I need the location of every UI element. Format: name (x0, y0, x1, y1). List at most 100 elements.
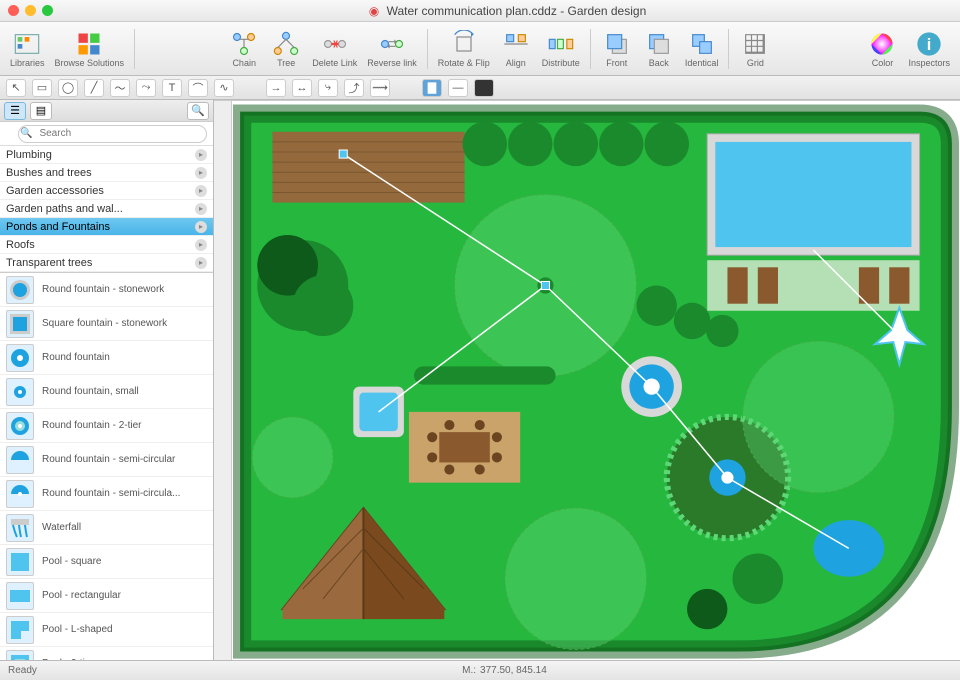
front-button[interactable]: Front (597, 28, 637, 70)
patio-chair (492, 432, 502, 442)
search-input[interactable] (18, 125, 207, 143)
text-tool[interactable]: T (162, 79, 182, 97)
select-tool[interactable]: ↖ (6, 79, 26, 97)
grid-button[interactable]: Grid (735, 28, 775, 70)
stencil-thumb (6, 310, 34, 338)
patio-table (439, 432, 490, 462)
browse-solutions-button[interactable]: Browse Solutions (51, 28, 129, 70)
toolbar-group-order: Front Back Identical (597, 28, 723, 70)
spline-tool[interactable]: ∿ (214, 79, 234, 97)
back-icon (645, 30, 673, 58)
delete-link-label: Delete Link (312, 58, 357, 68)
canvas[interactable] (232, 101, 960, 660)
align-label: Align (506, 58, 526, 68)
stencil-item[interactable]: Pool - 2-tier (0, 647, 213, 660)
stencil-item[interactable]: Square fountain - stonework (0, 307, 213, 341)
bush-row-top (463, 122, 689, 166)
maximize-button[interactable] (42, 5, 53, 16)
libraries-button[interactable]: Libraries (6, 28, 49, 70)
category-label: Garden paths and wal... (6, 203, 123, 215)
align-button[interactable]: Align (496, 28, 536, 70)
disclosure-icon[interactable]: ▸ (195, 239, 207, 251)
distribute-icon (547, 30, 575, 58)
color-button[interactable]: Color (862, 28, 902, 70)
stencil-item[interactable]: Pool - square (0, 545, 213, 579)
garden-plan-drawing (232, 101, 960, 660)
toolbar-separator (590, 29, 591, 69)
libraries-label: Libraries (10, 58, 45, 68)
reverse-link-button[interactable]: Reverse link (363, 28, 421, 70)
rotate-flip-button[interactable]: Rotate & Flip (434, 28, 494, 70)
back-button[interactable]: Back (639, 28, 679, 70)
tree-icon (272, 30, 300, 58)
category-item[interactable]: Plumbing▸ (0, 146, 213, 164)
disclosure-icon[interactable]: ▸ (195, 257, 207, 269)
minimize-button[interactable] (25, 5, 36, 16)
tree-button[interactable]: Tree (266, 28, 306, 70)
transparent-tree (252, 417, 333, 498)
ellipse-tool[interactable]: ◯ (58, 79, 78, 97)
stencil-item[interactable]: Round fountain - semi-circula... (0, 477, 213, 511)
connector-tool[interactable]: ⤳ (136, 79, 156, 97)
stencil-item[interactable]: Waterfall (0, 511, 213, 545)
stencil-thumb (6, 480, 34, 508)
stencil-item[interactable]: Round fountain - semi-circular (0, 443, 213, 477)
curve-tool[interactable]: 〜 (110, 79, 130, 97)
distribute-button[interactable]: Distribute (538, 28, 584, 70)
disclosure-icon[interactable]: ▸ (195, 185, 207, 197)
stencil-item[interactable]: Round fountain (0, 341, 213, 375)
category-item[interactable]: Garden paths and wal... ▸ (0, 200, 213, 218)
inspectors-button[interactable]: i Inspectors (904, 28, 954, 70)
shrub (687, 589, 727, 629)
identical-label: Identical (685, 58, 719, 68)
stencil-item[interactable]: Pool - L-shaped (0, 613, 213, 647)
disclosure-icon[interactable]: ▸ (195, 203, 207, 215)
stencil-thumb (6, 514, 34, 542)
lounger (889, 267, 909, 303)
line-tool[interactable]: ╱ (84, 79, 104, 97)
category-item[interactable]: Transparent trees▸ (0, 254, 213, 272)
patio-chair (475, 420, 485, 430)
sidebar-tab-search[interactable]: 🔍 (187, 102, 209, 120)
shrub (674, 303, 710, 339)
ruler-vertical[interactable] (214, 101, 232, 660)
identical-button[interactable]: Identical (681, 28, 723, 70)
disclosure-icon[interactable]: ▸ (195, 221, 207, 233)
chain-icon (230, 30, 258, 58)
sidebar-tab-libraries[interactable]: ☰ (4, 102, 26, 120)
stencil-label: Round fountain - semi-circular (42, 454, 175, 465)
align-icon (502, 30, 530, 58)
category-item[interactable]: Garden accessories ▸ (0, 182, 213, 200)
fill-color-tool[interactable]: ▇ (422, 79, 442, 97)
close-button[interactable] (8, 5, 19, 16)
disclosure-icon[interactable]: ▸ (195, 149, 207, 161)
shrub (636, 285, 676, 325)
line-color-tool[interactable] (474, 79, 494, 97)
stencil-label: Waterfall (42, 522, 81, 533)
disclosure-icon[interactable]: ▸ (195, 167, 207, 179)
patio-chair (427, 432, 437, 442)
stencil-item[interactable]: Pool - rectangular (0, 579, 213, 613)
arrow-both-tool[interactable]: ↔ (292, 79, 312, 97)
round-connector-tool[interactable]: ⟿ (370, 79, 390, 97)
sidebar-tab-pages[interactable]: ▤ (30, 102, 52, 120)
stencil-item[interactable]: Round fountain, small (0, 375, 213, 409)
category-item[interactable]: Ponds and Fountains▸ (0, 218, 213, 236)
smart-connector-tool[interactable]: ⤷ (318, 79, 338, 97)
arrow-end-tool[interactable]: → (266, 79, 286, 97)
sidebar: ☰ ▤ 🔍 🔍 Plumbing▸Bushes and trees▸Garden… (0, 100, 214, 660)
stencil-item[interactable]: Round fountain - stonework (0, 273, 213, 307)
stencil-thumb (6, 446, 34, 474)
category-item[interactable]: Bushes and trees▸ (0, 164, 213, 182)
rect-tool[interactable]: ▭ (32, 79, 52, 97)
delete-link-button[interactable]: Delete Link (308, 28, 361, 70)
category-label: Garden accessories (6, 185, 104, 197)
toolbar-group-arrange: Rotate & Flip Align Distribute (434, 28, 584, 70)
stencil-item[interactable]: Round fountain - 2-tier (0, 409, 213, 443)
chain-button[interactable]: Chain (224, 28, 264, 70)
category-item[interactable]: Roofs▸ (0, 236, 213, 254)
line-style-tool[interactable]: ― (448, 79, 468, 97)
inspectors-icon: i (915, 30, 943, 58)
bezier-tool[interactable]: ⤴ (344, 79, 364, 97)
arc-tool[interactable]: ⌒ (188, 79, 208, 97)
